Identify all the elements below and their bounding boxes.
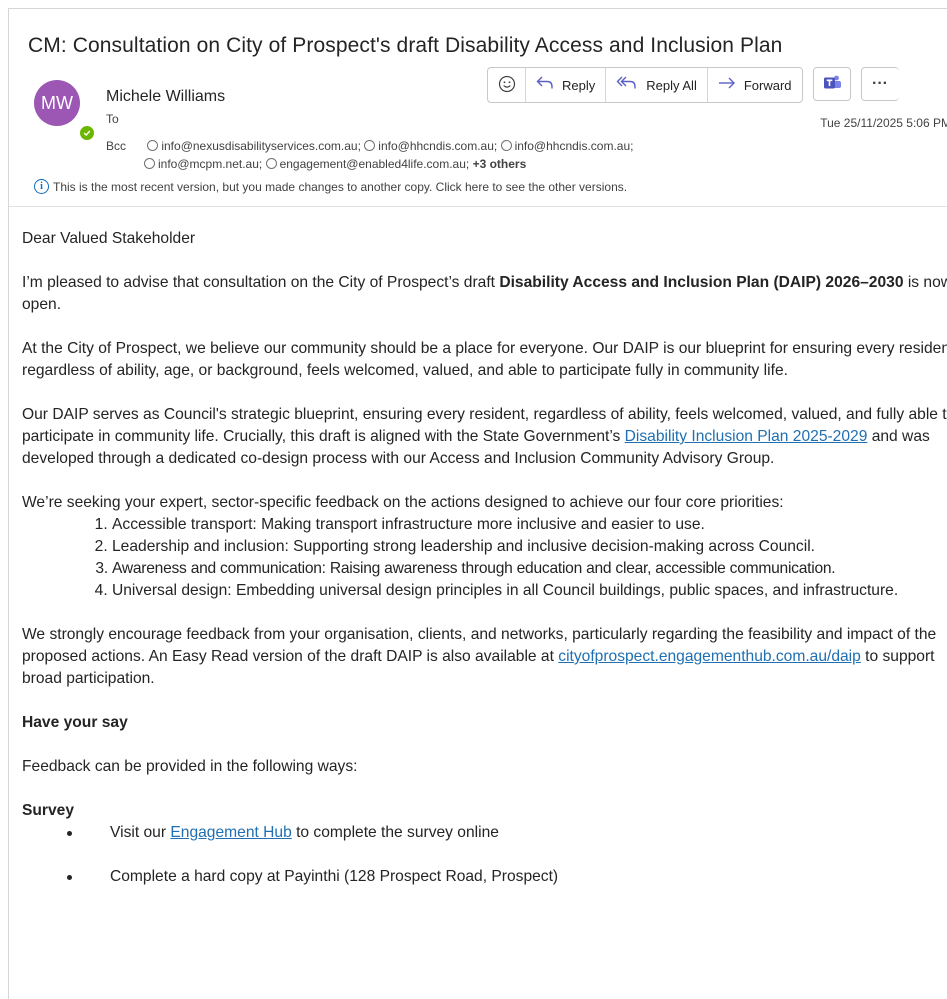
- engagement-hub-link[interactable]: Engagement Hub: [170, 824, 291, 841]
- more-recipients-link[interactable]: +3 others: [473, 157, 527, 171]
- heading-have-your-say: Have your say: [22, 714, 128, 731]
- bcc-label: Bcc: [106, 139, 127, 153]
- sent-date: Tue 25/11/2025 5:06 PM: [820, 116, 947, 130]
- recipient-chip[interactable]: engagement@enabled4life.com.au;: [265, 157, 469, 171]
- presence-unknown-icon: [364, 140, 376, 151]
- survey-list: Visit our Engagement Hub to complete the…: [22, 822, 947, 888]
- forward-label: Forward: [743, 77, 792, 93]
- email-subject: CM: Consultation on City of Prospect's d…: [28, 34, 783, 57]
- more-icon: ···: [872, 75, 888, 92]
- recipient-chip[interactable]: info@nexusdisabilityservices.com.au;: [147, 139, 361, 153]
- greeting: Dear Valued Stakeholder: [22, 230, 196, 247]
- reply-label: Reply: [562, 77, 596, 93]
- paragraph-community: At the City of Prospect, we believe our …: [22, 340, 947, 379]
- recipient-chip[interactable]: info@hhcndis.com.au;: [500, 139, 633, 153]
- paragraph-alignment: Our DAIP serves as Council's strategic b…: [22, 406, 947, 467]
- message-actions-toolbar: Reply Reply All Forward ···: [487, 67, 899, 103]
- header-divider: [9, 206, 947, 207]
- presence-unknown-icon: [147, 140, 159, 151]
- feedback-intro: Feedback can be provided in the followin…: [22, 758, 358, 775]
- list-item: Visit our Engagement Hub to complete the…: [67, 822, 947, 844]
- paragraph-feedback: We strongly encourage feedback from your…: [22, 626, 937, 687]
- reply-all-label: Reply All: [646, 77, 697, 93]
- more-actions-button[interactable]: ···: [860, 67, 899, 101]
- list-item: Awareness and communication: Raising awa…: [112, 558, 947, 580]
- sender-name[interactable]: Michele Williams: [106, 88, 225, 106]
- forward-arrow-icon: [718, 76, 736, 95]
- easy-read-link[interactable]: cityofprospect.engagementhub.com.au/daip: [558, 648, 861, 665]
- presence-unknown-icon: [500, 140, 512, 151]
- presence-available-icon: [78, 124, 96, 142]
- info-icon: i: [34, 179, 49, 194]
- forward-button[interactable]: Forward: [708, 68, 802, 102]
- to-label: To: [106, 112, 119, 126]
- presence-unknown-icon: [265, 158, 277, 169]
- recipient-chip[interactable]: info@mcpm.net.au;: [144, 157, 262, 171]
- recipient-chip[interactable]: info@hhcndis.com.au;: [364, 139, 497, 153]
- avatar-initials: MW: [41, 92, 73, 113]
- list-item: Complete a hard copy at Payinthi (128 Pr…: [67, 866, 947, 888]
- disability-inclusion-plan-link[interactable]: Disability Inclusion Plan 2025-2029: [625, 428, 868, 445]
- paragraph-priorities-intro: We’re seeking your expert, sector-specif…: [22, 494, 784, 511]
- priorities-list: Accessible transport: Making transport i…: [22, 514, 947, 602]
- teams-icon: [822, 73, 842, 96]
- teams-share-button[interactable]: [812, 67, 851, 101]
- bcc-recipients: Bcc info@nexusdisabilityservices.com.au;…: [106, 137, 633, 173]
- reply-all-button[interactable]: Reply All: [606, 68, 708, 102]
- reply-icon: [536, 76, 554, 95]
- reaction-button[interactable]: [488, 68, 526, 102]
- action-group: Reply Reply All Forward: [487, 67, 803, 103]
- message-body: Dear Valued Stakeholder I’m pleased to a…: [22, 228, 947, 910]
- list-item: Universal design: Embedding universal de…: [112, 580, 947, 602]
- list-item: Leadership and inclusion: Supporting str…: [112, 536, 947, 558]
- presence-unknown-icon: [144, 158, 155, 169]
- heading-survey: Survey: [22, 802, 75, 819]
- version-info-bar[interactable]: i This is the most recent version, but y…: [34, 179, 627, 194]
- reply-all-icon: [616, 76, 638, 95]
- avatar[interactable]: MW: [34, 80, 80, 126]
- list-item: Accessible transport: Making transport i…: [112, 514, 947, 536]
- version-info-text: This is the most recent version, but you…: [53, 179, 628, 194]
- paragraph-intro: I’m pleased to advise that consultation …: [22, 274, 947, 313]
- smiley-icon: [498, 75, 516, 96]
- reply-button[interactable]: Reply: [526, 68, 607, 102]
